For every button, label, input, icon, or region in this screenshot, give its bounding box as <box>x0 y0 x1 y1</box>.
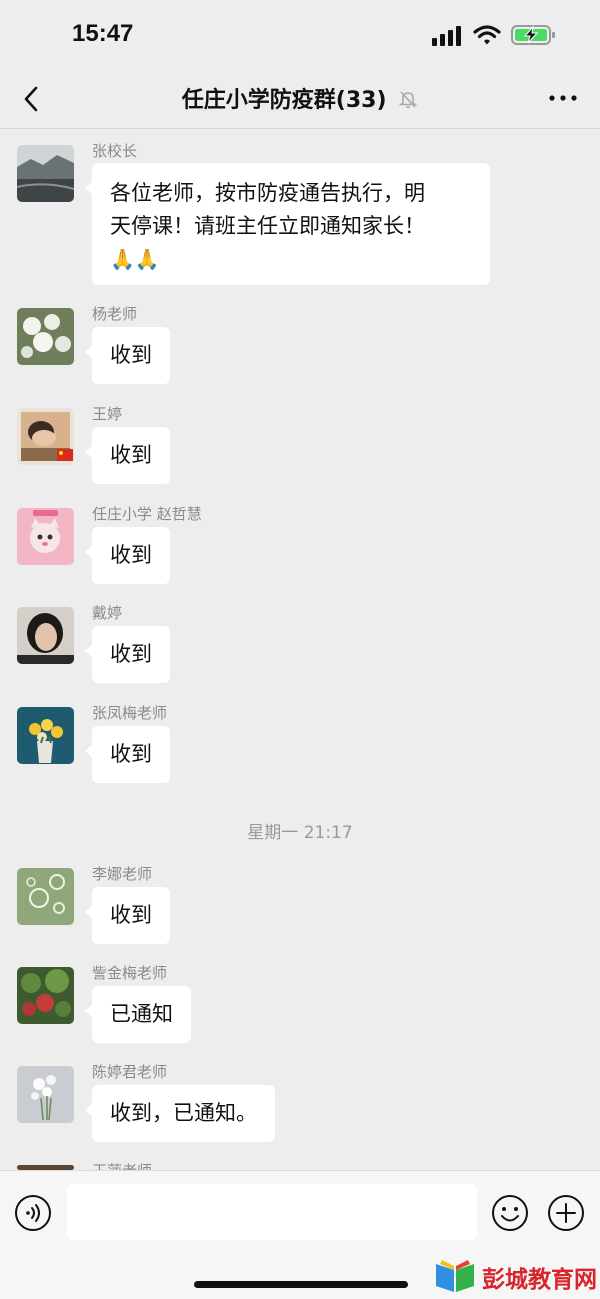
wifi-icon <box>473 25 501 45</box>
avatar[interactable] <box>17 408 74 465</box>
chat-timestamp: 星期一 21:17 <box>247 823 353 843</box>
book-logo-icon <box>436 1260 474 1292</box>
cellular-signal-icon <box>432 26 461 46</box>
watermark-text: 彭城教育网 <box>482 1267 597 1293</box>
sender-name: 张校长 <box>92 142 138 160</box>
chat-header: 任庄小学防疫群(33) <box>0 70 600 129</box>
avatar[interactable] <box>17 707 74 764</box>
avatar[interactable] <box>17 145 74 202</box>
chat-title-container: 任庄小学防疫群(33) <box>0 82 600 114</box>
message-bubble[interactable]: 收到 <box>85 626 170 683</box>
message-bubble[interactable]: 收到 <box>85 726 170 783</box>
avatar[interactable] <box>17 508 74 565</box>
status-time: 15:47 <box>72 20 134 47</box>
sender-name: 訾金梅老师 <box>92 964 168 982</box>
avatar[interactable] <box>17 308 74 365</box>
sender-name: 王婷 <box>92 405 123 423</box>
sender-name: 戴婷 <box>92 604 123 622</box>
input-bar: 彭城教育网 <box>0 1170 600 1299</box>
message-line: 天停课！请班主任立即通知家长！ <box>110 214 425 238</box>
watermark: 彭城教育网 <box>432 1254 600 1299</box>
avatar[interactable] <box>17 1066 74 1123</box>
voice-input-icon[interactable] <box>14 1194 52 1232</box>
sender-name: 张凤梅老师 <box>92 704 168 722</box>
avatar[interactable] <box>17 607 74 664</box>
more-options-icon[interactable] <box>548 88 578 108</box>
chat-title: 任庄小学防疫群(33) <box>181 88 387 113</box>
message-line: 各位老师，按市防疫通告执行，明 <box>110 181 425 205</box>
avatar[interactable] <box>17 868 74 925</box>
message-bubble[interactable]: 收到 <box>85 887 170 944</box>
message-bubble[interactable]: 收到，已通知。 <box>85 1085 275 1142</box>
praying-hands-emoji: 🙏🙏 <box>110 247 160 271</box>
sender-name: 任庄小学 赵哲慧 <box>92 505 202 523</box>
message-bubble[interactable]: 收到 <box>85 327 170 384</box>
plus-icon[interactable] <box>547 1194 585 1232</box>
sender-name: 王萍老师 <box>92 1160 152 1170</box>
message-bubble[interactable]: 已通知 <box>85 986 191 1043</box>
message-bubble[interactable]: 收到 <box>85 427 170 484</box>
message-bubble[interactable]: 各位老师，按市防疫通告执行，明 天停课！请班主任立即通知家长！ 🙏🙏 <box>85 163 490 285</box>
muted-bell-icon <box>398 91 418 109</box>
message-bubble[interactable]: 收到 <box>85 527 170 584</box>
home-indicator <box>194 1281 408 1288</box>
battery-charging-icon <box>511 25 555 45</box>
message-input[interactable] <box>67 1184 477 1240</box>
sender-name: 陈婷君老师 <box>92 1063 168 1081</box>
sender-name: 李娜老师 <box>92 865 153 883</box>
emoji-icon[interactable] <box>491 1194 529 1232</box>
avatar[interactable] <box>17 967 74 1024</box>
status-bar: 15:47 <box>0 0 600 70</box>
sender-name: 杨老师 <box>92 305 138 323</box>
